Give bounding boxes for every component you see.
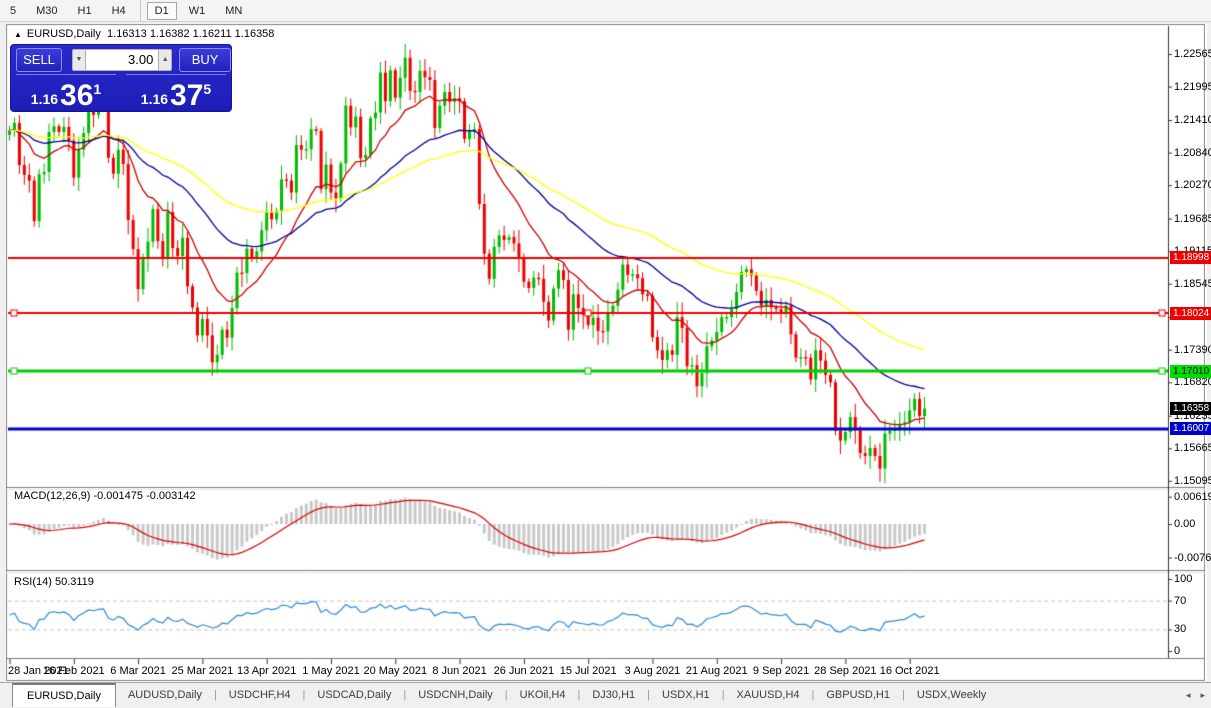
- timeframe-button-m30[interactable]: M30: [28, 2, 65, 20]
- price-badge-1.18024: 1.18024: [1170, 306, 1211, 320]
- price-axis-tick: 1.21410: [1174, 113, 1211, 126]
- date-axis-label: 13 Apr 2021: [237, 665, 297, 677]
- price-badge-1.16358: 1.16358: [1170, 402, 1211, 416]
- tab-ukoil-h4[interactable]: UKOil,H4: [508, 683, 578, 707]
- volume-input[interactable]: 3.00: [85, 49, 159, 71]
- timeframe-button-mn[interactable]: MN: [217, 2, 250, 20]
- buy-button[interactable]: BUY: [179, 48, 232, 72]
- date-axis-label: 26 Jun 2021: [493, 665, 555, 677]
- price-axis-tick: 1.21995: [1174, 80, 1211, 93]
- chart-canvas[interactable]: [6, 24, 1205, 681]
- timeframe-button-w1[interactable]: W1: [181, 2, 214, 20]
- timeframe-toolbar: 5 M30 H1 H4 D1 W1 MN: [0, 0, 1211, 22]
- sell-price-sup: 1: [93, 81, 102, 97]
- timeframe-button-5[interactable]: 5: [2, 2, 24, 20]
- macd-axis-tick: -0.007621: [1174, 551, 1211, 564]
- price-axis-tick: 1.19685: [1174, 212, 1211, 225]
- volume-increase-button[interactable]: ▲: [158, 49, 173, 71]
- date-axis-label: 9 Sep 2021: [752, 665, 810, 677]
- date-axis-label: 28 Sep 2021: [814, 665, 877, 677]
- chart-title: ▲ EURUSD,Daily 1.16313 1.16382 1.16211 1.…: [14, 28, 274, 40]
- rsi-axis-tick: 0: [1174, 645, 1181, 657]
- tab-usdcad-daily[interactable]: USDCAD,Daily: [305, 683, 403, 707]
- price-badge-1.18998: 1.18998: [1170, 251, 1211, 265]
- tab-xauusd-h4[interactable]: XAUUSD,H4: [725, 683, 812, 707]
- date-axis-label: 20 May 2021: [363, 665, 428, 677]
- toolbar-separator: [139, 0, 141, 22]
- date-axis-label: 16 Feb 2021: [42, 665, 105, 677]
- timeframe-button-h1[interactable]: H1: [70, 2, 100, 20]
- price-badge-1.17010: 1.17010: [1170, 364, 1211, 378]
- rsi-axis-tick: 30: [1174, 623, 1187, 636]
- timeframe-button-d1[interactable]: D1: [146, 1, 177, 20]
- collapse-panel-icon[interactable]: ▲: [14, 30, 22, 39]
- date-axis-label: 15 Jul 2021: [559, 665, 617, 677]
- macd-axis-tick: 0.00: [1174, 518, 1196, 530]
- sell-button[interactable]: SELL: [16, 48, 63, 72]
- date-axis-label: 6 Mar 2021: [110, 665, 166, 677]
- price-axis-tick: 1.18545: [1174, 277, 1211, 290]
- buy-price-big: 37: [170, 79, 204, 112]
- tab-dj30-h1[interactable]: DJ30,H1: [580, 683, 647, 707]
- price-axis-tick: 1.15665: [1174, 442, 1211, 455]
- macd-indicator-label: MACD(12,26,9) -0.001475 -0.003142: [14, 490, 196, 502]
- tab-usdcnh-daily[interactable]: USDCNH,Daily: [406, 683, 505, 707]
- buy-price-sup: 5: [203, 81, 212, 97]
- rsi-indicator-label: RSI(14) 50.3119: [14, 576, 94, 588]
- price-axis-tick: 1.16820: [1174, 376, 1211, 389]
- macd-axis-tick: 0.006193: [1174, 490, 1211, 503]
- tab-gbpusd-h1[interactable]: GBPUSD,H1: [814, 683, 902, 707]
- sell-price-prefix: 1.16: [30, 91, 59, 107]
- chart-ohlc-values: 1.16313 1.16382 1.16211 1.16358: [107, 28, 275, 40]
- chart-window: ▲ EURUSD,Daily 1.16313 1.16382 1.16211 1.…: [6, 24, 1211, 681]
- chart-symbol-label: EURUSD,Daily: [26, 28, 101, 40]
- price-badge-1.16007: 1.16007: [1170, 422, 1211, 436]
- rsi-axis-tick: 70: [1174, 594, 1187, 607]
- price-axis-tick: 1.15095: [1174, 474, 1211, 487]
- rsi-axis-tick: 100: [1174, 573, 1193, 585]
- symbol-tabbar: EURUSD,Daily AUDUSD,Daily | USDCHF,H4 | USDCA…: [0, 682, 1211, 707]
- buy-price[interactable]: 1.16 37 5: [126, 74, 226, 112]
- tab-usdx-h1[interactable]: USDX,H1: [650, 683, 722, 707]
- tabs-scroll-left-icon[interactable]: ◂: [1186, 690, 1191, 701]
- tab-usdx-weekly[interactable]: USDX,Weekly: [905, 683, 998, 707]
- date-axis-label: 21 Aug 2021: [685, 665, 748, 677]
- chevron-up-icon: ▲: [161, 56, 169, 63]
- price-axis-tick: 1.17390: [1174, 343, 1211, 356]
- tab-audusd-daily[interactable]: AUDUSD,Daily: [116, 683, 214, 707]
- sell-price-big: 36: [60, 79, 94, 112]
- date-axis-label: 8 Jun 2021: [432, 665, 487, 677]
- date-axis-label: 25 Mar 2021: [171, 665, 234, 677]
- tab-eurusd-daily[interactable]: EURUSD,Daily: [12, 683, 116, 707]
- price-axis-tick: 1.20270: [1174, 179, 1211, 192]
- date-axis-label: 3 Aug 2021: [624, 665, 681, 677]
- date-axis-label: 1 May 2021: [302, 665, 360, 677]
- date-axis-label: 16 Oct 2021: [879, 665, 940, 677]
- tab-usdchf-h4[interactable]: USDCHF,H4: [217, 683, 303, 707]
- chevron-down-icon: ▼: [75, 56, 83, 63]
- tabs-scroll-right-icon[interactable]: ▸: [1200, 690, 1205, 701]
- price-axis-tick: 1.22565: [1174, 48, 1211, 60]
- one-click-trading-panel: SELL ▼ 3.00 ▲ BUY 1.16 36 1 1.16 37 5: [10, 44, 232, 112]
- sell-price[interactable]: 1.16 36 1: [16, 74, 116, 112]
- volume-decrease-button[interactable]: ▼: [72, 49, 86, 71]
- price-axis-tick: 1.20840: [1174, 146, 1211, 159]
- buy-price-prefix: 1.16: [140, 91, 169, 107]
- timeframe-button-h4[interactable]: H4: [104, 2, 134, 20]
